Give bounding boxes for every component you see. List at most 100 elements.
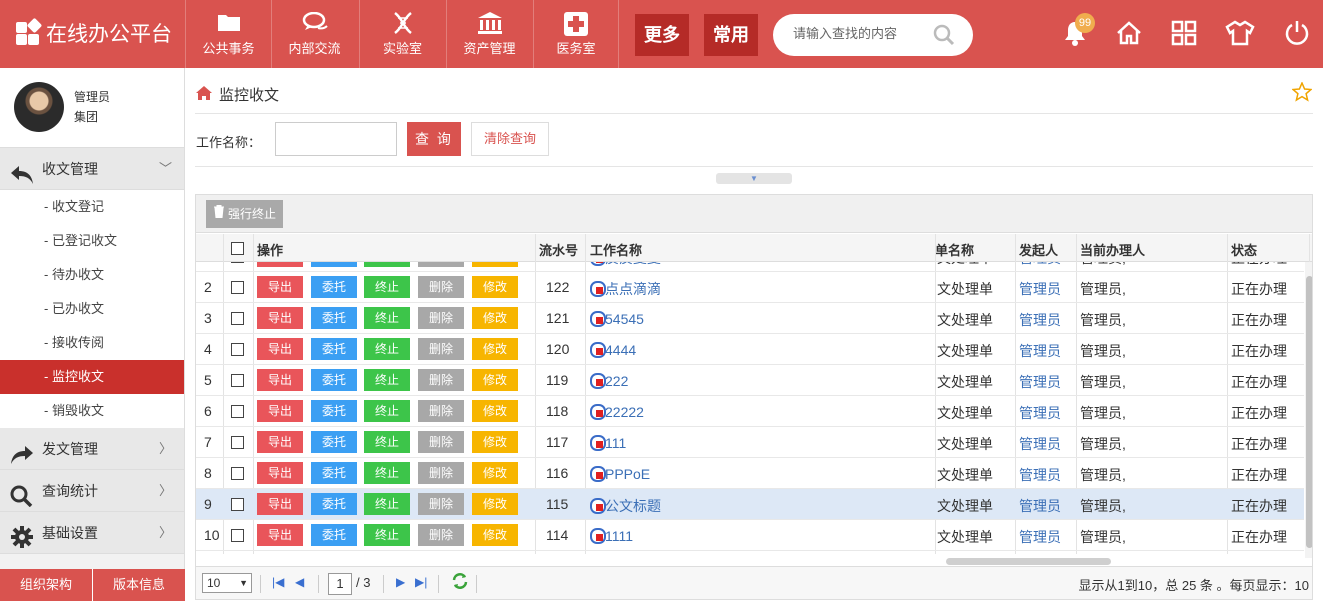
delegate-button[interactable]: 委托 (311, 276, 357, 298)
search-input[interactable] (793, 26, 933, 41)
delegate-button[interactable]: 委托 (311, 369, 357, 391)
initiator-link[interactable]: 管理员 (1019, 465, 1061, 485)
table-row[interactable]: 6 导出 委托 终止 删除 修改 118 22222 文处理单 管理员 管理员, 正在办理 (196, 396, 1304, 427)
query-button[interactable]: 查 询 (407, 122, 461, 156)
nav-infirmary[interactable]: 医务室 (533, 0, 619, 68)
work-name-link[interactable]: 111 (589, 434, 626, 451)
edit-button[interactable]: 修改 (472, 462, 518, 484)
delegate-button[interactable]: 委托 (311, 262, 357, 267)
nav-asset-management[interactable]: 资产管理 (446, 0, 532, 68)
export-button[interactable]: 导出 (257, 431, 303, 453)
page-number-input[interactable]: 1 (328, 573, 352, 595)
work-name-link[interactable]: 1111 (589, 527, 633, 544)
home-icon[interactable] (195, 85, 213, 105)
version-info-button[interactable]: 版本信息 (93, 569, 185, 601)
export-button[interactable]: 导出 (257, 338, 303, 360)
export-button[interactable]: 导出 (257, 276, 303, 298)
work-name-link[interactable]: 22222 (589, 403, 644, 420)
work-name-link[interactable]: 222 (589, 372, 628, 389)
header-status[interactable]: 状态 (1231, 240, 1257, 259)
first-page-icon[interactable]: |◀ (272, 575, 284, 589)
header-form[interactable]: 单名称 (935, 240, 974, 259)
stop-button[interactable]: 终止 (364, 524, 410, 546)
edit-button[interactable]: 修改 (472, 369, 518, 391)
clear-query-button[interactable]: 清除查询 (471, 122, 549, 156)
sidebar-item-pending[interactable]: - 待办收文 (0, 258, 184, 292)
stop-button[interactable]: 终止 (364, 431, 410, 453)
initiator-link[interactable]: 管理员 (1019, 372, 1061, 392)
row-checkbox[interactable] (231, 312, 244, 325)
table-row[interactable]: 5 导出 委托 终止 删除 修改 119 222 文处理单 管理员 管理员, 正在办理 (196, 365, 1304, 396)
initiator-link[interactable]: 管理员 (1019, 403, 1061, 423)
header-name[interactable]: 工作名称 (590, 240, 642, 259)
sidebar-item-monitor[interactable]: - 监控收文 (0, 360, 184, 394)
table-row[interactable]: 10 导出 委托 终止 删除 修改 114 1111 文处理单 管理员 管理员, 正在办理 (196, 520, 1304, 551)
row-checkbox[interactable] (231, 343, 244, 356)
refresh-icon[interactable] (451, 572, 469, 593)
next-page-icon[interactable]: ▶ (396, 575, 405, 589)
edit-button[interactable]: 修改 (472, 338, 518, 360)
table-row[interactable]: 2 导出 委托 终止 删除 修改 122 点点滴滴 文处理单 管理员 管理员, 正在办理 (196, 272, 1304, 303)
force-stop-button[interactable]: 强行终止 (206, 200, 284, 228)
table-row[interactable]: 7 导出 委托 终止 删除 修改 117 111 文处理单 管理员 管理员, 正在办理 (196, 427, 1304, 458)
select-all-checkbox[interactable] (231, 242, 244, 255)
org-structure-button[interactable]: 组织架构 (0, 569, 93, 601)
initiator-link[interactable]: 管理员 (1019, 341, 1061, 361)
sidebar-group-receive[interactable]: 收文管理 ﹀ (0, 148, 184, 190)
delegate-button[interactable]: 委托 (311, 338, 357, 360)
stop-button[interactable]: 终止 (364, 276, 410, 298)
work-name-link[interactable]: 4444 (589, 341, 636, 358)
row-checkbox[interactable] (231, 262, 244, 263)
edit-button[interactable]: 修改 (472, 524, 518, 546)
sidebar-item-done[interactable]: - 已办收文 (0, 292, 184, 326)
stop-button[interactable]: 终止 (364, 307, 410, 329)
initiator-link[interactable]: 管理员 (1019, 262, 1061, 268)
delegate-button[interactable]: 委托 (311, 462, 357, 484)
stop-button[interactable]: 终止 (364, 400, 410, 422)
delete-button[interactable]: 删除 (418, 307, 464, 329)
work-name-link[interactable]: 反反复复 (589, 262, 661, 268)
row-checkbox[interactable] (231, 405, 244, 418)
edit-button[interactable]: 修改 (472, 493, 518, 515)
stop-button[interactable]: 终止 (364, 462, 410, 484)
power-icon[interactable] (1284, 20, 1310, 49)
shirt-icon[interactable] (1225, 20, 1255, 49)
more-button[interactable]: 更多 (635, 14, 689, 56)
work-name-link[interactable]: 点点滴滴 (589, 279, 661, 299)
grid-icon[interactable] (1171, 20, 1197, 49)
vertical-scrollbar[interactable] (1305, 262, 1312, 558)
table-row[interactable]: 4 导出 委托 终止 删除 修改 120 4444 文处理单 管理员 管理员, 正在办理 (196, 334, 1304, 365)
delete-button[interactable]: 删除 (418, 400, 464, 422)
sidebar-item-destroy[interactable]: - 销毁收文 (0, 394, 184, 428)
delegate-button[interactable]: 委托 (311, 493, 357, 515)
initiator-link[interactable]: 管理员 (1019, 496, 1061, 516)
edit-button[interactable]: 修改 (472, 262, 518, 267)
stop-button[interactable]: 终止 (364, 262, 410, 267)
export-button[interactable]: 导出 (257, 462, 303, 484)
delete-button[interactable]: 删除 (418, 524, 464, 546)
table-row[interactable]: 3 导出 委托 终止 删除 修改 121 54545 文处理单 管理员 管理员, 正在办理 (196, 303, 1304, 334)
prev-page-icon[interactable]: ◀ (295, 575, 304, 589)
edit-button[interactable]: 修改 (472, 307, 518, 329)
delete-button[interactable]: 删除 (418, 276, 464, 298)
row-checkbox[interactable] (231, 281, 244, 294)
app-logo[interactable]: 在线办公平台 (14, 17, 172, 48)
delete-button[interactable]: 删除 (418, 462, 464, 484)
export-button[interactable]: 导出 (257, 400, 303, 422)
edit-button[interactable]: 修改 (472, 276, 518, 298)
row-checkbox[interactable] (231, 529, 244, 542)
initiator-link[interactable]: 管理员 (1019, 434, 1061, 454)
sidebar-group-settings[interactable]: 基础设置 〉 (0, 512, 184, 554)
delegate-button[interactable]: 委托 (311, 431, 357, 453)
table-row[interactable]: 1 导出 委托 终止 删除 修改 123 反反复复 文处理单 管理员 管理员, 正在办理 (196, 262, 1304, 272)
page-size-select[interactable]: 10 (202, 573, 252, 593)
initiator-link[interactable]: 管理员 (1019, 310, 1061, 330)
delete-button[interactable]: 删除 (418, 369, 464, 391)
nav-internal-chat[interactable]: 内部交流 (271, 0, 357, 68)
header-handler[interactable]: 当前办理人 (1080, 240, 1145, 259)
common-button[interactable]: 常用 (704, 14, 758, 56)
row-checkbox[interactable] (231, 436, 244, 449)
export-button[interactable]: 导出 (257, 307, 303, 329)
initiator-link[interactable]: 管理员 (1019, 279, 1061, 299)
avatar[interactable] (14, 82, 64, 132)
